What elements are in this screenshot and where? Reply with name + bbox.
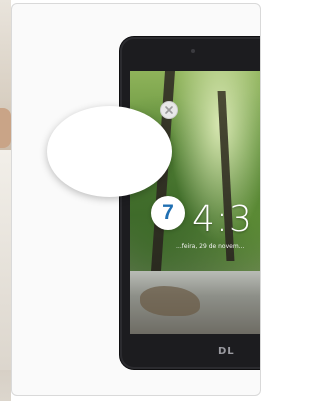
shirt-detail xyxy=(0,150,11,370)
image-count: 7 xyxy=(162,201,174,224)
lock-screen-date: ...feira, 29 de novem... xyxy=(176,243,245,250)
zoom-lens[interactable] xyxy=(47,106,172,197)
brand-logo: DL xyxy=(218,346,235,357)
product-image-card[interactable]: 4:3 ...feira, 29 de novem... DL xyxy=(11,3,261,396)
zoom-lens-circle xyxy=(47,106,172,197)
lock-screen-time: 4:3 xyxy=(192,199,253,240)
hand-detail xyxy=(0,108,11,148)
tablet-device-image: 4:3 ...feira, 29 de novem... DL xyxy=(120,37,260,369)
image-count-badge[interactable]: 7 xyxy=(151,196,185,230)
front-camera xyxy=(191,49,195,53)
previous-product-image[interactable] xyxy=(0,0,11,401)
